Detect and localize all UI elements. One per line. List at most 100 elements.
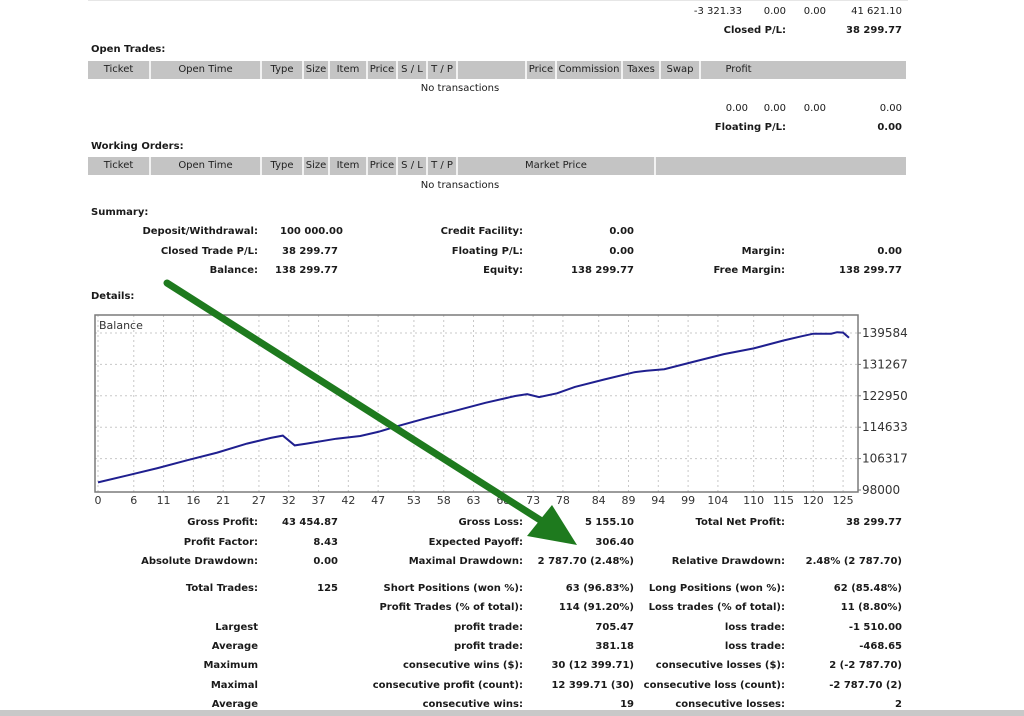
y-tick-label: 122950: [862, 389, 908, 403]
col-market-price[interactable]: Market Price: [458, 157, 656, 175]
stat-value-1: 125: [317, 583, 338, 594]
stat-label-3: loss trade:: [724, 622, 785, 633]
stat-label-1: Total Trades:: [185, 583, 258, 594]
balance-label: Balance:: [209, 265, 258, 276]
col-price[interactable]: Price: [368, 157, 398, 175]
stat-label-2: profit trade:: [453, 622, 523, 633]
stat-label-2: Expected Payoff:: [428, 537, 523, 548]
credit-facility-value: 0.00: [609, 226, 634, 237]
y-tick-label: 131267: [862, 357, 908, 371]
credit-facility-label: Credit Facility:: [440, 226, 523, 237]
col-type[interactable]: Type: [262, 157, 304, 175]
stat-label-2: profit trade:: [453, 641, 523, 652]
col-ticket[interactable]: Ticket: [88, 157, 151, 175]
stat-value-1: 8.43: [313, 537, 338, 548]
stat-value-2: 5 155.10: [584, 517, 634, 528]
stat-label-3: Loss trades (% of total):: [648, 602, 785, 613]
stat-label-3: consecutive losses ($):: [655, 660, 785, 671]
horizontal-scrollbar[interactable]: [0, 710, 1024, 716]
x-tick-label: 68: [496, 494, 510, 507]
summary-title: Summary:: [91, 207, 149, 218]
col-tp[interactable]: T / P: [428, 61, 458, 79]
margin-value: 0.00: [877, 246, 902, 257]
x-tick-label: 27: [252, 494, 266, 507]
x-tick-label: 37: [312, 494, 326, 507]
x-tick-label: 58: [437, 494, 451, 507]
col-swap[interactable]: Swap: [661, 61, 701, 79]
col-tp[interactable]: T / P: [428, 157, 458, 175]
stat-value-2: 114 (91.20%): [558, 602, 634, 613]
stat-label-2: Maximal Drawdown:: [408, 556, 523, 567]
stat-value-2: 63 (96.83%): [565, 583, 634, 594]
deposit-value: 100 000.00: [280, 226, 343, 237]
closed-swap-total: 0.00: [803, 6, 826, 17]
x-tick-label: 6: [130, 494, 137, 507]
col-ticket[interactable]: Ticket: [88, 61, 151, 79]
x-tick-label: 94: [651, 494, 665, 507]
closed-profit-total: 41 621.10: [851, 6, 902, 17]
col-open-time[interactable]: Open Time: [151, 61, 262, 79]
open-taxes-total: 0.00: [763, 103, 786, 114]
x-tick-label: 53: [407, 494, 421, 507]
stat-label-1: Absolute Drawdown:: [141, 556, 258, 567]
stat-value-2: 12 399.71 (30): [551, 680, 634, 691]
open-profit-total: 0.00: [879, 103, 902, 114]
closed-trade-pl-label: Closed Trade P/L:: [160, 246, 258, 257]
x-tick-label: 78: [556, 494, 570, 507]
col-blank: [656, 157, 906, 175]
floating-pl-summary-value: 0.00: [609, 246, 634, 257]
stat-label-2: Gross Loss:: [458, 517, 523, 528]
floating-pl-value: 0.00: [877, 122, 902, 133]
col-blank: [458, 61, 527, 79]
col-sl[interactable]: S / L: [398, 61, 428, 79]
chart-frame: [94, 314, 859, 493]
stat-label-1: Average: [211, 699, 258, 710]
col-profit[interactable]: Profit: [701, 61, 776, 79]
equity-label: Equity:: [483, 265, 523, 276]
stat-label-3: consecutive loss (count):: [643, 680, 785, 691]
x-tick-label: 16: [186, 494, 200, 507]
y-tick-label: 106317: [862, 452, 908, 466]
stat-value-1: 0.00: [313, 556, 338, 567]
closed-taxes-total: 0.00: [763, 6, 786, 17]
x-tick-label: 21: [216, 494, 230, 507]
x-tick-label: 11: [157, 494, 171, 507]
col-sl[interactable]: S / L: [398, 157, 428, 175]
stat-label-1: Profit Factor:: [183, 537, 258, 548]
closed-commission-total: -3 321.33: [693, 6, 742, 17]
x-tick-label: 63: [467, 494, 481, 507]
x-tick-label: 42: [341, 494, 355, 507]
stat-value-2: 19: [620, 699, 634, 710]
col-open-time[interactable]: Open Time: [151, 157, 262, 175]
open-trades-title: Open Trades:: [91, 44, 166, 55]
stat-value-2: 30 (12 399.71): [551, 660, 634, 671]
col-size[interactable]: Size: [304, 157, 330, 175]
col-commission[interactable]: Commission: [557, 61, 623, 79]
deposit-label: Deposit/Withdrawal:: [142, 226, 258, 237]
open-commission-total: 0.00: [725, 103, 748, 114]
working-orders-empty: No transactions: [420, 180, 500, 191]
col-price[interactable]: Price: [368, 61, 398, 79]
margin-label: Margin:: [741, 246, 785, 257]
closed-pl-label: Closed P/L:: [723, 25, 786, 36]
x-tick-label: 120: [803, 494, 824, 507]
x-tick-label: 32: [282, 494, 296, 507]
stat-label-2: Short Positions (won %):: [383, 583, 523, 594]
col-size[interactable]: Size: [304, 61, 330, 79]
col-item[interactable]: Item: [330, 61, 368, 79]
x-tick-label: 47: [371, 494, 385, 507]
col-item[interactable]: Item: [330, 157, 368, 175]
col-type[interactable]: Type: [262, 61, 304, 79]
stat-value-3: 38 299.77: [846, 517, 902, 528]
col-taxes[interactable]: Taxes: [623, 61, 661, 79]
stat-value-3: -468.65: [859, 641, 902, 652]
open-trades-empty: No transactions: [420, 83, 500, 94]
closed-pl-value: 38 299.77: [846, 25, 902, 36]
free-margin-value: 138 299.77: [839, 265, 902, 276]
balance-line: [97, 331, 850, 484]
stat-label-1: Maximal: [210, 680, 258, 691]
details-title: Details:: [91, 291, 135, 302]
free-margin-label: Free Margin:: [713, 265, 785, 276]
col-close-price[interactable]: Price: [527, 61, 557, 79]
closed-trade-pl-value: 38 299.77: [282, 246, 338, 257]
